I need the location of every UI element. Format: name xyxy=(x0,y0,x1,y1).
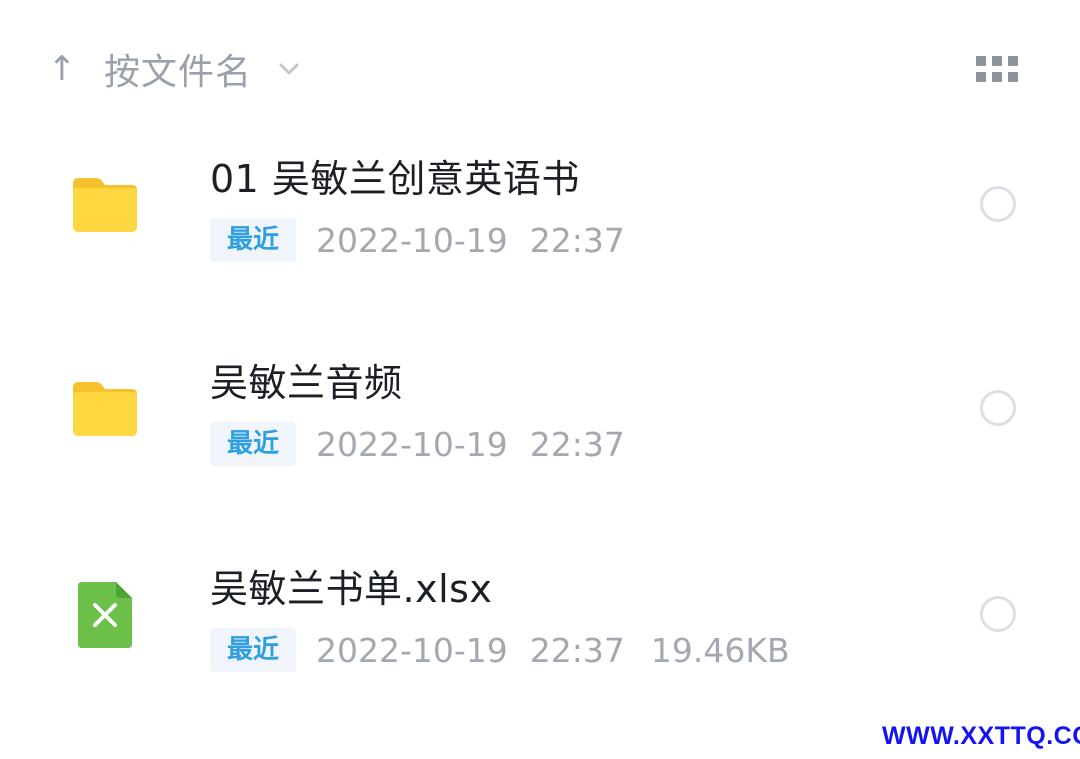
watermark-text: WWW.XXTTQ.COM xyxy=(882,722,1080,750)
file-row[interactable]: 01 吴敏兰创意英语书 最近 2022-10-19 22:37 xyxy=(0,130,1080,300)
modified-time: 22:37 xyxy=(529,630,625,670)
recent-badge: 最近 xyxy=(210,218,297,262)
file-row[interactable]: 吴敏兰书单.xlsx 最近 2022-10-19 22:37 19.46KB xyxy=(0,540,1080,710)
modified-date: 2022-10-19 xyxy=(316,220,508,260)
folder-icon xyxy=(70,170,140,240)
modified-date: 2022-10-19 xyxy=(316,424,508,464)
excel-file-icon xyxy=(70,580,140,650)
file-meta: 最近 2022-10-19 22:37 19.46KB xyxy=(210,628,790,672)
file-name[interactable]: 吴敏兰音频 xyxy=(210,352,403,407)
modified-time: 22:37 xyxy=(529,220,625,260)
select-checkbox[interactable] xyxy=(980,390,1016,426)
file-meta: 最近 2022-10-19 22:37 xyxy=(210,218,625,262)
file-name[interactable]: 01 吴敏兰创意英语书 xyxy=(210,148,580,203)
file-row[interactable]: 吴敏兰音频 最近 2022-10-19 22:37 xyxy=(0,334,1080,504)
recent-badge: 最近 xyxy=(210,628,297,672)
file-meta: 最近 2022-10-19 22:37 xyxy=(210,422,625,466)
recent-badge: 最近 xyxy=(210,422,297,466)
select-checkbox[interactable] xyxy=(980,186,1016,222)
select-checkbox[interactable] xyxy=(980,596,1016,632)
folder-icon xyxy=(70,374,140,444)
modified-date: 2022-10-19 xyxy=(316,630,508,670)
file-name[interactable]: 吴敏兰书单.xlsx xyxy=(210,558,492,613)
modified-time: 22:37 xyxy=(529,424,625,464)
file-list: 01 吴敏兰创意英语书 最近 2022-10-19 22:37 吴敏兰音频 最近… xyxy=(0,0,1080,759)
file-size: 19.46KB xyxy=(650,630,790,670)
